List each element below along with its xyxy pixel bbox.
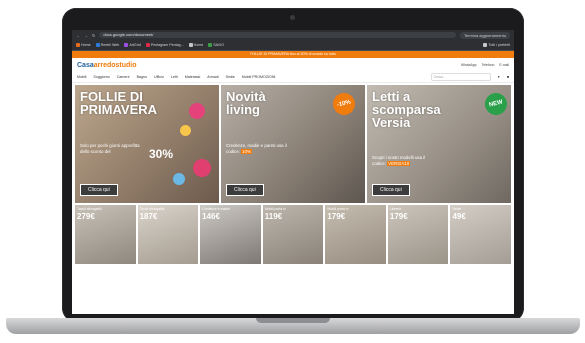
nav-item[interactable]: Camere bbox=[117, 75, 130, 79]
bookmark-icon bbox=[95, 43, 100, 48]
new-badge: NEW bbox=[482, 90, 510, 118]
flower-decoration bbox=[189, 103, 205, 119]
bookmark-icon bbox=[145, 43, 150, 48]
bookmark-icon bbox=[208, 43, 213, 48]
category-strip: Tavoli allungabili 279€ Tavoli allungabil… bbox=[72, 203, 514, 264]
category-price: 179€ bbox=[327, 212, 346, 221]
laptop-lid: ← → ↻ docs.google.com/document/ Termina … bbox=[62, 8, 524, 322]
category-name: Tavoli allungabili bbox=[139, 207, 165, 211]
discount-percent: 30% bbox=[149, 147, 174, 161]
banner-subtitle: Scopri i nostri modelli usa il codice: V… bbox=[372, 155, 426, 166]
browser-toolbar: ← → ↻ docs.google.com/document/ Termina … bbox=[72, 30, 514, 40]
bookmark-item[interactable]: Pentagram Pentag... bbox=[145, 43, 184, 48]
category-tile[interactable]: Tavoli allungabili 187€ bbox=[137, 205, 199, 264]
category-tile[interactable]: Mobili porta tv 119€ bbox=[262, 205, 324, 264]
category-price: 49€ bbox=[452, 212, 466, 221]
bookmark-item[interactable]: Tutti i preferiti bbox=[483, 43, 510, 48]
category-tile[interactable]: Credenze e madie 146€ bbox=[200, 205, 261, 264]
contact-links: WhatsApp Telefono E-mail bbox=[461, 63, 509, 67]
flower-decoration bbox=[193, 159, 211, 177]
category-price: 187€ bbox=[139, 212, 158, 221]
nav-item[interactable]: Mobili PROMOZIONI bbox=[242, 75, 276, 79]
nav-item[interactable]: Ufficio bbox=[154, 75, 164, 79]
main-nav: Mobili Soggiorno Camere Bagno Ufficio Le… bbox=[72, 72, 514, 83]
nav-item[interactable]: Letti bbox=[171, 75, 178, 79]
bookmark-icon bbox=[188, 43, 193, 48]
bookmark-item[interactable]: Home bbox=[188, 43, 203, 48]
reload-icon[interactable]: ↻ bbox=[92, 33, 95, 38]
cart-icon[interactable]: ■ bbox=[507, 75, 509, 79]
laptop-screen: ← → ↻ docs.google.com/document/ Termina … bbox=[72, 30, 514, 314]
user-icon[interactable]: ● bbox=[498, 75, 500, 79]
bookmark-item[interactable]: ArtGrid bbox=[124, 43, 141, 48]
flower-decoration bbox=[180, 125, 191, 136]
folder-icon bbox=[483, 43, 488, 48]
nav-item[interactable]: Mobili bbox=[77, 75, 86, 79]
nav-item[interactable]: Bagno bbox=[137, 75, 147, 79]
category-name: Librerie bbox=[389, 207, 402, 211]
category-name: Credenze e madie bbox=[202, 207, 230, 211]
site-header: Casaarredostudio WhatsApp Telefono E-mai… bbox=[72, 58, 514, 72]
banner-subtitle: Solo per pochi giorni approfitta dello s… bbox=[80, 143, 140, 154]
bookmark-item[interactable]: SAVIO bbox=[208, 43, 224, 48]
flower-decoration bbox=[173, 173, 185, 185]
site-logo[interactable]: Casaarredostudio bbox=[77, 62, 137, 69]
category-price: 146€ bbox=[202, 212, 220, 221]
nav-item[interactable]: Materassi bbox=[185, 75, 201, 79]
category-name: Mobili porta tv bbox=[327, 207, 349, 211]
hero-banners: FOLLIE DI PRIMAVERA Solo per pochi giorni… bbox=[72, 83, 514, 203]
webcam bbox=[290, 15, 295, 20]
category-price: 119€ bbox=[264, 212, 283, 221]
discount-badge: -10% bbox=[330, 90, 358, 118]
promo-bar[interactable]: FOLLIE DI PRIMAVERA fino al 30% di scont… bbox=[72, 51, 514, 58]
banner-title: Letti a scomparsa Versia bbox=[372, 89, 441, 130]
banner-cta-button[interactable]: Clicca qui bbox=[226, 184, 264, 196]
category-price: 179€ bbox=[389, 212, 408, 221]
banner-cta-button[interactable]: Clicca qui bbox=[372, 184, 410, 196]
nav-item[interactable]: Soggiorno bbox=[93, 75, 109, 79]
laptop-notch bbox=[256, 318, 330, 323]
search-input[interactable]: Cerca... bbox=[430, 73, 491, 81]
banner-subtitle: Credenze, madie e pareti usa il codice: … bbox=[226, 143, 287, 154]
category-name: Tavoli allungabili bbox=[77, 207, 102, 211]
banner-cta-button[interactable]: Clicca qui bbox=[80, 184, 118, 196]
bookmarks-bar: Home Rentrii Web ArtGrid Pentagram Penta… bbox=[72, 40, 514, 51]
update-button[interactable]: Termina aggiornamento bbox=[459, 31, 510, 39]
category-tile[interactable]: Librerie 179€ bbox=[387, 205, 449, 264]
bookmark-item[interactable]: Home bbox=[76, 43, 91, 48]
category-tile[interactable]: Sedie 49€ bbox=[450, 205, 512, 264]
banner-spring-sale[interactable]: FOLLIE DI PRIMAVERA Solo per pochi giorni… bbox=[75, 85, 219, 203]
address-bar[interactable]: docs.google.com/document/ bbox=[99, 32, 456, 38]
banner-murphy-beds[interactable]: NEW Letti a scomparsa Versia Scopri i nost… bbox=[367, 85, 511, 203]
laptop-base bbox=[6, 318, 580, 334]
banner-living[interactable]: -10% Novità living Credenze, madie e pare… bbox=[221, 85, 365, 203]
category-name: Mobili porta tv bbox=[264, 207, 286, 211]
bookmark-icon bbox=[76, 43, 80, 48]
nav-item[interactable]: Armadi bbox=[207, 75, 218, 79]
phone-link[interactable]: Telefono bbox=[482, 63, 495, 67]
whatsapp-link[interactable]: WhatsApp bbox=[461, 63, 477, 67]
back-icon[interactable]: ← bbox=[76, 33, 80, 38]
bookmark-item[interactable]: Rentrii Web bbox=[95, 43, 119, 48]
category-tile[interactable]: Mobili porta tv 179€ bbox=[325, 205, 386, 264]
email-link[interactable]: E-mail bbox=[499, 63, 509, 67]
bookmark-icon bbox=[124, 43, 129, 48]
banner-title: FOLLIE DI PRIMAVERA bbox=[80, 89, 158, 117]
banner-title: Novità living bbox=[226, 89, 266, 117]
category-price: 279€ bbox=[77, 212, 95, 221]
category-name: Sedie bbox=[452, 207, 462, 211]
forward-icon[interactable]: → bbox=[84, 33, 88, 38]
nav-item[interactable]: Sedie bbox=[226, 75, 235, 79]
category-tile[interactable]: Tavoli allungabili 279€ bbox=[75, 205, 136, 264]
